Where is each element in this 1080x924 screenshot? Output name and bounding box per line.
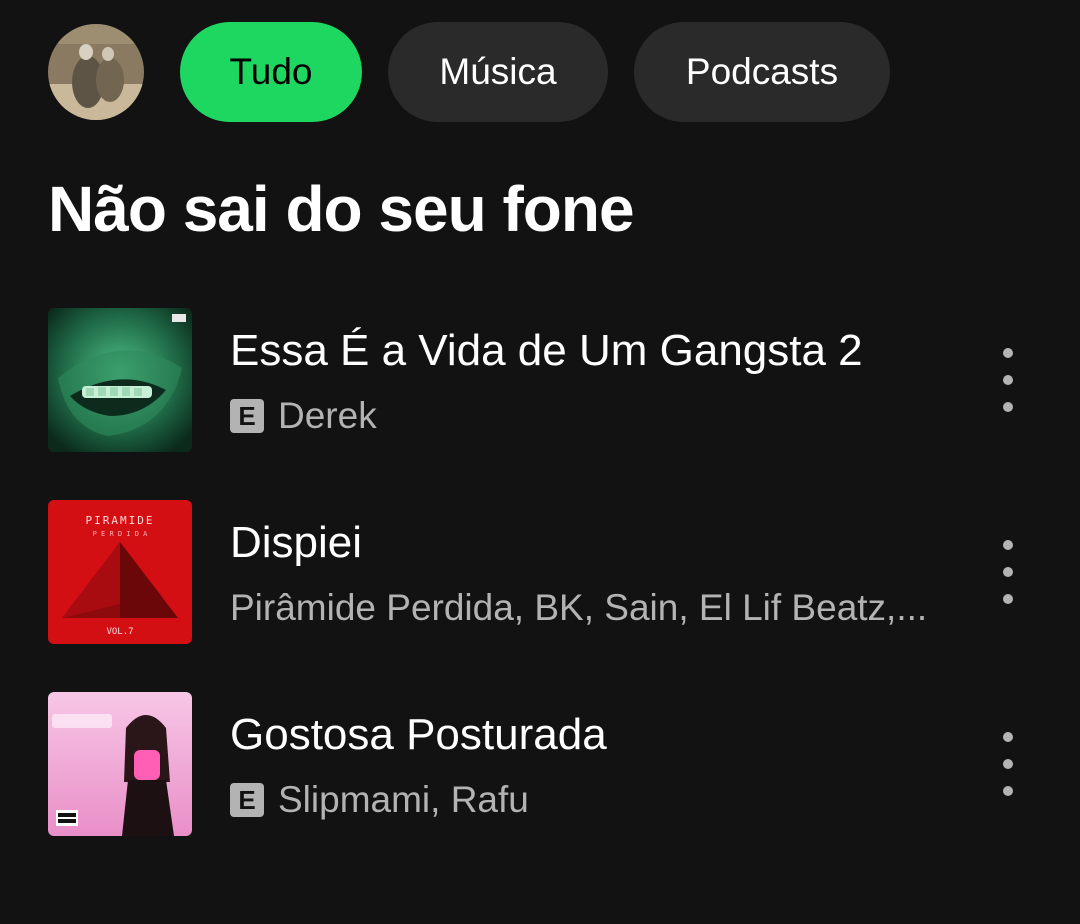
track-subtitle: E Slipmami, Rafu (230, 780, 529, 820)
album-cover-red-pyramid: PIRAMIDE P E R D I D A VOL.7 (48, 500, 192, 644)
track-title: Dispiei (230, 518, 363, 567)
more-options-icon[interactable] (990, 732, 1026, 796)
explicit-badge: E (230, 783, 264, 817)
track-artists: Derek (278, 396, 377, 436)
section-title: Não sai do seu fone (48, 173, 635, 245)
profile-avatar[interactable] (48, 24, 144, 120)
cover-text-title: PIRAMIDE (86, 514, 155, 527)
track-artists: Slipmami, Rafu (278, 780, 529, 820)
track-subtitle: Pirâmide Perdida, BK, Sain, El Lif Beatz… (230, 588, 927, 628)
filter-bar: Tudo Música Podcasts (48, 22, 916, 122)
filter-chip-all[interactable]: Tudo (180, 22, 362, 122)
track-title: Essa É a Vida de Um Gangsta 2 (230, 326, 863, 375)
cover-text-subtitle: P E R D I D A (93, 530, 149, 538)
album-cover-pink-portrait (48, 692, 192, 836)
avatar-image (48, 24, 144, 120)
track-row[interactable]: Essa É a Vida de Um Gangsta 2 E Derek (48, 308, 1048, 452)
cover-text-volume: VOL.7 (106, 627, 133, 637)
filter-chip-podcasts[interactable]: Podcasts (634, 22, 890, 122)
track-subtitle: E Derek (230, 396, 377, 436)
track-artists: Pirâmide Perdida, BK, Sain, El Lif Beatz… (230, 588, 928, 628)
explicit-badge: E (230, 399, 264, 433)
track-row[interactable]: PIRAMIDE P E R D I D A VOL.7 Dispiei Pir… (48, 500, 1048, 644)
more-options-icon[interactable] (990, 348, 1026, 412)
track-title: Gostosa Posturada (230, 710, 607, 759)
home-screen: Tudo Música Podcasts Não sai do seu fone (0, 0, 1080, 924)
album-cover-green-grillz (48, 308, 192, 452)
more-options-icon[interactable] (990, 540, 1026, 604)
filter-chip-music[interactable]: Música (388, 22, 608, 122)
track-row[interactable]: Gostosa Posturada E Slipmami, Rafu (48, 692, 1048, 836)
